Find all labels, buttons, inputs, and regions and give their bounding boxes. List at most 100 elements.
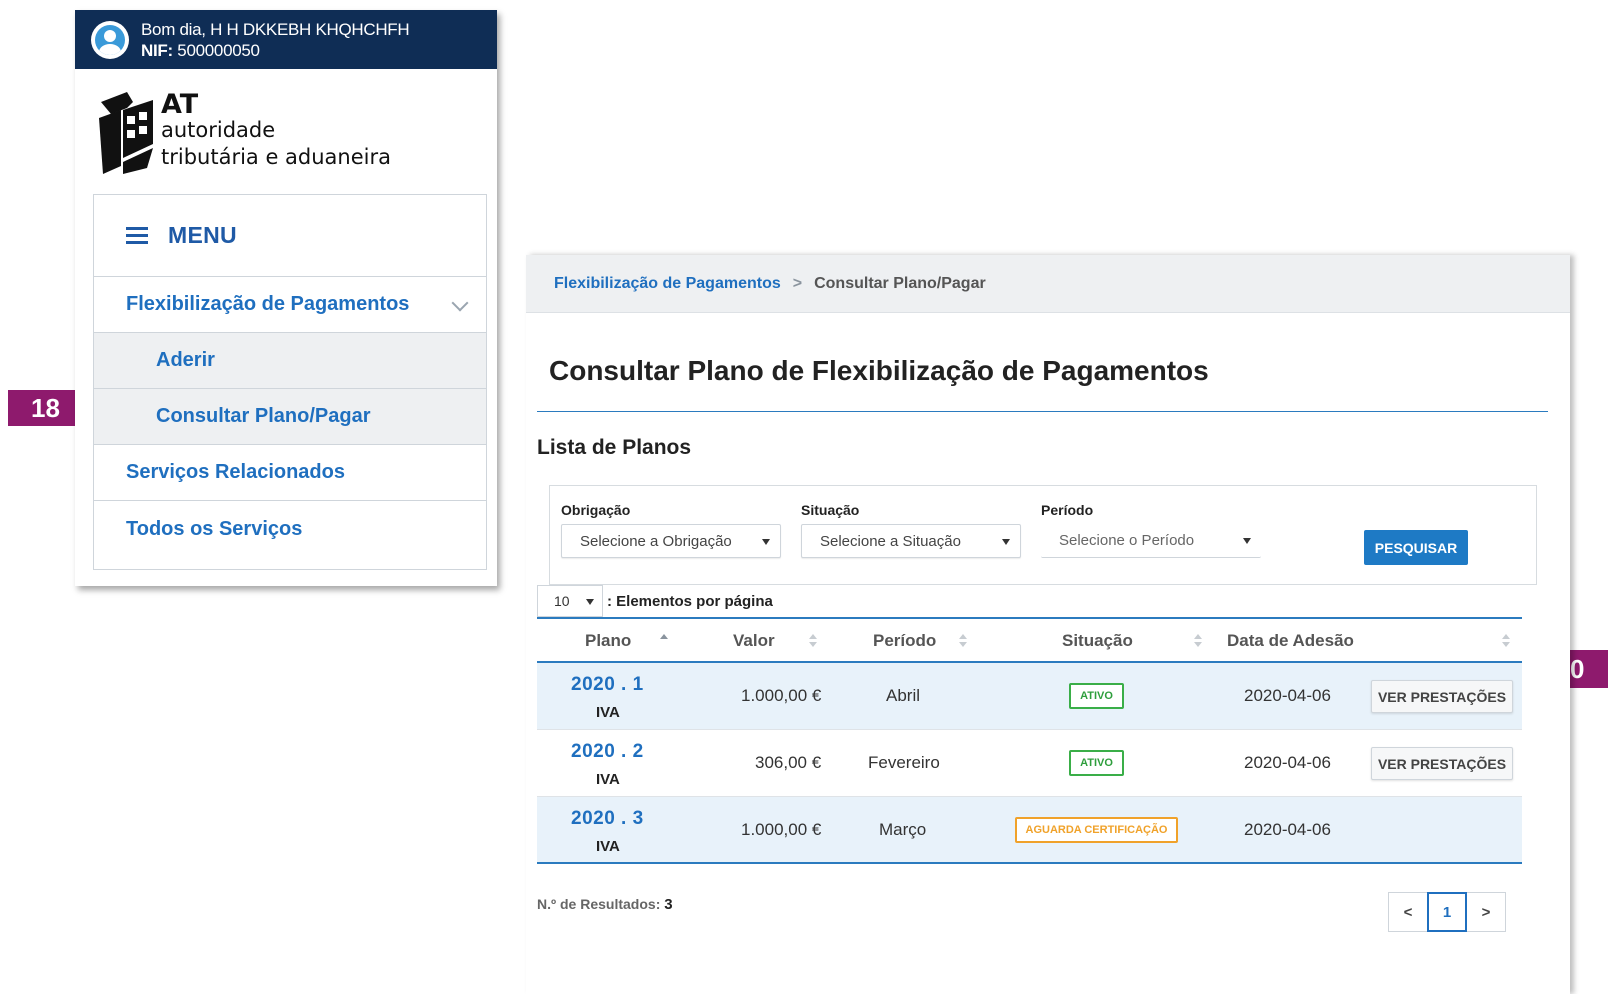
pesquisar-button[interactable]: PESQUISAR [1364, 530, 1468, 565]
nif-label: NIF: [141, 40, 173, 60]
plan-adhesion-date: 2020-04-06 [1244, 820, 1331, 839]
menu-item-servicos-relacionados[interactable]: Serviços Relacionados [94, 445, 486, 501]
plan-period: Fevereiro [868, 753, 940, 772]
section-title: Lista de Planos [537, 436, 692, 459]
main-content: Flexibilização de Pagamentos > Consultar… [526, 255, 1570, 994]
pagination-prev-button[interactable]: < [1388, 892, 1428, 932]
page-title: Consultar Plano de Flexibilização de Pag… [549, 355, 1209, 386]
nif-value: 500000050 [177, 40, 260, 60]
results-count: N.º de Resultados: 3 [537, 896, 673, 913]
column-header-situacao[interactable]: Situação [1062, 631, 1133, 651]
filter-label-periodo: Período [1041, 502, 1094, 518]
logo-line2: tributária e aduaneira [161, 144, 391, 169]
plan-value: 1.000,00 € [741, 686, 822, 705]
caret-down-icon [1002, 539, 1010, 545]
menu-toggle[interactable]: MENU [94, 195, 486, 277]
at-logo[interactable]: AT autoridade tributária e aduaneira [75, 69, 497, 194]
breadcrumb-current: Consultar Plano/Pagar [814, 274, 986, 292]
status-badge: AGUARDA CERTIFICAÇÃO [1015, 817, 1178, 843]
at-shield-logo-icon [99, 91, 153, 174]
user-greeting-bar: Bom dia, H H DKKEBH KHQHCHFH NIF: 500000… [75, 10, 497, 69]
pagination: < 1 > [1388, 892, 1506, 932]
ver-prestacoes-button[interactable]: VER PRESTAÇÕES [1371, 747, 1513, 780]
select-value: Selecione o Período [1059, 532, 1195, 549]
plan-adhesion-date: 2020-04-06 [1244, 686, 1331, 705]
table-row: 2020 . 2 IVA 306,00 € Fevereiro ATIVO 20… [537, 730, 1522, 797]
plan-period: Março [879, 820, 927, 839]
sort-icon[interactable] [1194, 634, 1202, 648]
select-value: 10 [554, 593, 570, 609]
logo-text: AT autoridade tributária e aduaneira [161, 88, 391, 171]
column-header-valor[interactable]: Valor [733, 631, 775, 651]
breadcrumb: Flexibilização de Pagamentos > Consultar… [526, 255, 1570, 313]
plan-adhesion-date: 2020-04-06 [1244, 753, 1331, 772]
sort-icon[interactable] [1502, 634, 1510, 648]
breadcrumb-link-flexibilizacao[interactable]: Flexibilização de Pagamentos [554, 275, 781, 293]
caret-down-icon [762, 539, 770, 545]
menu-item-flexibilizacao[interactable]: Flexibilização de Pagamentos [94, 277, 486, 333]
menu-title: MENU [168, 222, 237, 248]
sidebar-panel: Bom dia, H H DKKEBH KHQHCHFH NIF: 500000… [75, 10, 497, 586]
column-header-plano[interactable]: Plano [585, 631, 631, 651]
user-greeting: Bom dia, H H DKKEBH KHQHCHFH NIF: 500000… [141, 19, 410, 61]
filter-periodo: Período Selecione o Período [1041, 502, 1261, 558]
menu-item-label: Flexibilização de Pagamentos [126, 293, 410, 315]
table-row: 2020 . 1 IVA 1.000,00 € Abril ATIVO 2020… [537, 663, 1522, 730]
filter-label-situacao: Situação [801, 502, 860, 518]
plan-id-link[interactable]: 2020 . 2 [571, 741, 644, 763]
results-number: 3 [664, 896, 673, 913]
table-header: Plano Valor Período Situação Data de Ade… [537, 617, 1522, 663]
sort-icon[interactable] [959, 634, 967, 648]
logo-abbr: AT [161, 88, 199, 120]
situacao-select[interactable]: Selecione a Situação [801, 524, 1021, 558]
table-row: 2020 . 3 IVA 1.000,00 € Março AGUARDA CE… [537, 797, 1522, 864]
pagination-page-1[interactable]: 1 [1427, 892, 1467, 932]
filter-panel: Obrigação Selecione a Obrigação Situação… [549, 485, 1537, 585]
caret-down-icon [586, 599, 594, 605]
plan-type: IVA [596, 838, 620, 855]
ver-prestacoes-button[interactable]: VER PRESTAÇÕES [1371, 680, 1513, 713]
plan-type: IVA [596, 704, 620, 721]
annotation-marker-18: 18 [8, 390, 83, 426]
results-label: N.º de Resultados: [537, 896, 661, 912]
plan-value: 1.000,00 € [741, 820, 822, 839]
menu-item-label: Todos os Serviços [126, 517, 303, 540]
column-header-periodo[interactable]: Período [873, 631, 936, 651]
logo-line1: autoridade [161, 117, 276, 142]
pagination-next-button[interactable]: > [1466, 892, 1506, 932]
column-header-data-adesao[interactable]: Data de Adesão [1227, 631, 1354, 651]
side-menu: MENU Flexibilização de Pagamentos Aderir… [93, 194, 487, 570]
periodo-select[interactable]: Selecione o Período [1041, 524, 1261, 558]
menu-item-todos-servicos[interactable]: Todos os Serviços [94, 501, 486, 557]
status-badge: ATIVO [1069, 750, 1124, 776]
menu-item-label: Aderir [156, 349, 215, 371]
hamburger-icon [126, 227, 148, 244]
menu-item-label: Consultar Plano/Pagar [156, 405, 371, 427]
plan-period: Abril [886, 686, 921, 705]
menu-item-label: Serviços Relacionados [126, 461, 345, 483]
plans-table: Plano Valor Período Situação Data de Ade… [537, 617, 1522, 864]
breadcrumb-separator-icon: > [792, 274, 803, 292]
greeting-text: Bom dia, H H DKKEBH KHQHCHFH [141, 19, 410, 39]
user-avatar-icon [91, 20, 129, 59]
chevron-down-icon [451, 294, 469, 312]
status-badge: ATIVO [1069, 683, 1124, 709]
title-divider [537, 411, 1548, 412]
nif-line: NIF: 500000050 [141, 40, 409, 61]
per-page-select[interactable]: 10 [537, 585, 603, 617]
filter-situacao: Situação Selecione a Situação [801, 502, 1021, 558]
sort-ascending-icon[interactable] [660, 634, 668, 648]
menu-item-aderir[interactable]: Aderir [94, 333, 486, 389]
filter-obrigacao: Obrigação Selecione a Obrigação [561, 502, 781, 558]
obrigacao-select[interactable]: Selecione a Obrigação [561, 524, 781, 558]
plan-type: IVA [596, 771, 620, 788]
caret-down-icon [1243, 538, 1251, 544]
plan-id-link[interactable]: 2020 . 3 [571, 808, 644, 830]
plan-id-link[interactable]: 2020 . 1 [571, 674, 644, 696]
select-value: Selecione a Situação [820, 532, 961, 550]
plan-value: 306,00 € [755, 753, 822, 772]
sort-icon[interactable] [809, 634, 817, 648]
elements-per-page: 10 : Elementos por página [537, 585, 773, 617]
menu-item-consultar-plano[interactable]: Consultar Plano/Pagar [94, 389, 486, 445]
per-page-label: : Elementos por página [607, 592, 773, 610]
